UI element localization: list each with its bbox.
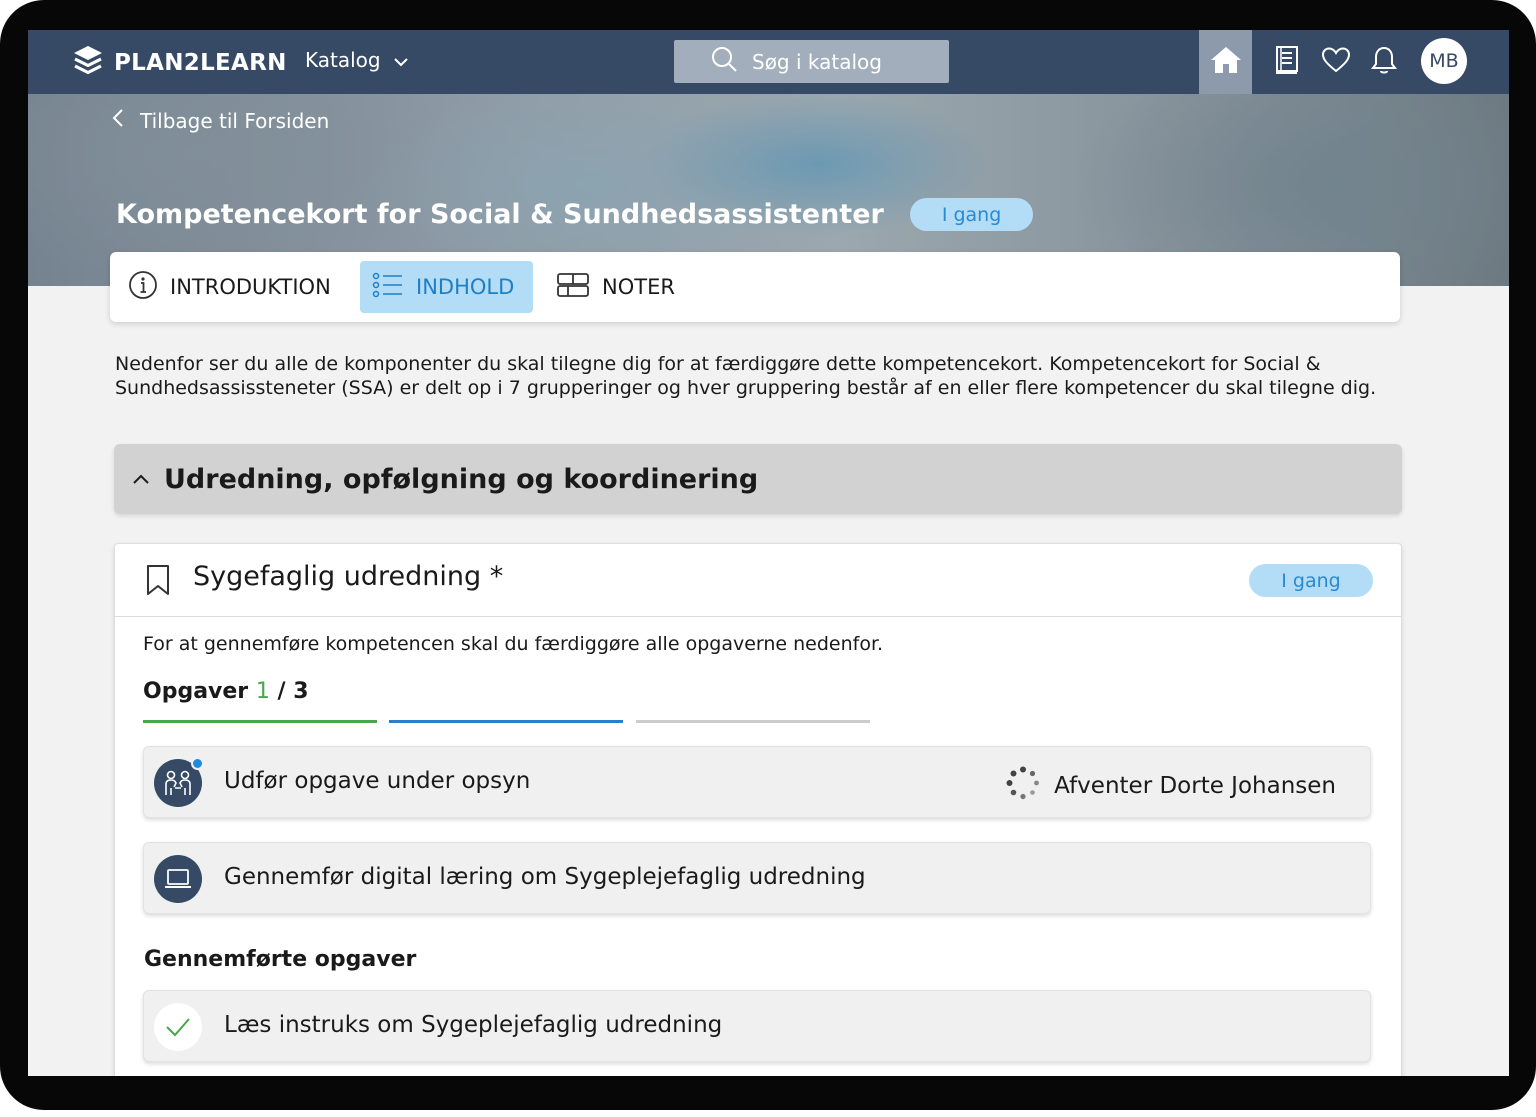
notifications-button[interactable] [1369, 45, 1399, 79]
status-badge: I gang [909, 198, 1034, 231]
brand-logo[interactable]: PLAN2LEARN [72, 44, 287, 82]
task-status-text: Afventer Dorte Johansen [1054, 773, 1336, 799]
tab-label: INDHOLD [416, 275, 515, 299]
chevron-down-icon [393, 48, 409, 72]
competence-card: Sygefaglig udredning * I gang For at gen… [114, 543, 1402, 1076]
progress-segment-active [389, 720, 623, 723]
progress-segment-pending [636, 720, 870, 723]
task-label: Udfør opgave under opsyn [224, 768, 531, 794]
completed-tasks-heading: Gennemførte opgaver [144, 947, 417, 972]
task-label: Læs instruks om Sygeplejefaglig udrednin… [224, 1012, 723, 1038]
competence-status-badge: I gang [1249, 564, 1373, 597]
favorites-button[interactable] [1321, 47, 1351, 77]
task-label: Gennemfør digital læring om Sygeplejefag… [224, 864, 866, 890]
task-status: Afventer Dorte Johansen [1006, 766, 1336, 806]
search-input[interactable] [752, 49, 922, 74]
tab-introduktion[interactable]: INTRODUKTION [126, 261, 331, 313]
home-icon [1209, 45, 1243, 79]
task-item[interactable]: Gennemfør digital læring om Sygeplejefag… [143, 842, 1371, 914]
progress-label-text: Opgaver [143, 679, 249, 704]
info-icon [128, 270, 158, 305]
list-icon [372, 272, 404, 303]
bookmark-icon[interactable] [145, 564, 171, 600]
book-icon [1273, 45, 1301, 79]
tab-label: INTRODUKTION [170, 275, 331, 299]
chevron-left-icon [112, 108, 124, 133]
group-title: Udredning, opfølgning og koordinering [164, 463, 759, 495]
tab-noter[interactable]: NOTER [556, 261, 675, 313]
chevron-up-icon [132, 470, 150, 489]
competence-card-header: Sygefaglig udredning * I gang [115, 544, 1401, 617]
title-row: Kompetencekort for Social & Sundhedsassi… [116, 198, 1034, 231]
progress-segment-complete [143, 720, 377, 723]
back-link[interactable]: Tilbage til Forsiden [112, 108, 329, 133]
bell-icon [1370, 45, 1398, 79]
app-screen: PLAN2LEARN Katalog Søg i katalog MB Tilb… [28, 30, 1509, 1076]
tab-label: NOTER [602, 275, 675, 299]
progress-total: / 3 [277, 679, 309, 704]
completed-task-item[interactable]: Læs instruks om Sygeplejefaglig udrednin… [143, 990, 1371, 1062]
competence-title: Sygefaglig udredning * [193, 561, 504, 592]
supervision-icon [154, 757, 204, 807]
brand-name: PLAN2LEARN [114, 50, 287, 76]
catalog-label: Katalog [305, 48, 381, 72]
group-accordion-header[interactable]: Udredning, opfølgning og koordinering [114, 444, 1402, 514]
catalog-dropdown[interactable]: Katalog [305, 48, 409, 72]
heart-icon [1321, 46, 1351, 78]
check-icon [154, 1003, 202, 1051]
page-title: Kompetencekort for Social & Sundhedsassi… [116, 199, 884, 230]
search-icon [710, 45, 738, 78]
notification-dot [191, 757, 204, 770]
back-link-label: Tilbage til Forsiden [140, 108, 330, 133]
notes-icon [556, 271, 590, 304]
top-navigation: PLAN2LEARN Katalog Søg i katalog MB [28, 30, 1509, 94]
layers-logo-icon [72, 44, 104, 82]
laptop-icon [154, 855, 202, 903]
user-avatar[interactable]: MB [1421, 38, 1467, 84]
tab-bar: INTRODUKTION INDHOLD NOTER [110, 252, 1400, 322]
intro-text: Nedenfor ser du alle de komponenter du s… [115, 353, 1377, 399]
competence-description: For at gennemføre kompetencen skal du fæ… [143, 633, 884, 655]
task-item[interactable]: Udfør opgave under opsyn Afventer Dorte … [143, 746, 1371, 818]
pending-spinner-icon [1006, 766, 1040, 806]
tasks-progress-label: Opgaver 1 / 3 [143, 679, 309, 704]
device-frame: PLAN2LEARN Katalog Søg i katalog MB Tilb… [0, 0, 1536, 1110]
progress-completed-count: 1 [255, 679, 270, 704]
tab-indhold[interactable]: INDHOLD [360, 261, 533, 313]
library-button[interactable] [1272, 45, 1302, 79]
search-box[interactable] [674, 40, 949, 83]
home-button[interactable] [1199, 30, 1252, 94]
